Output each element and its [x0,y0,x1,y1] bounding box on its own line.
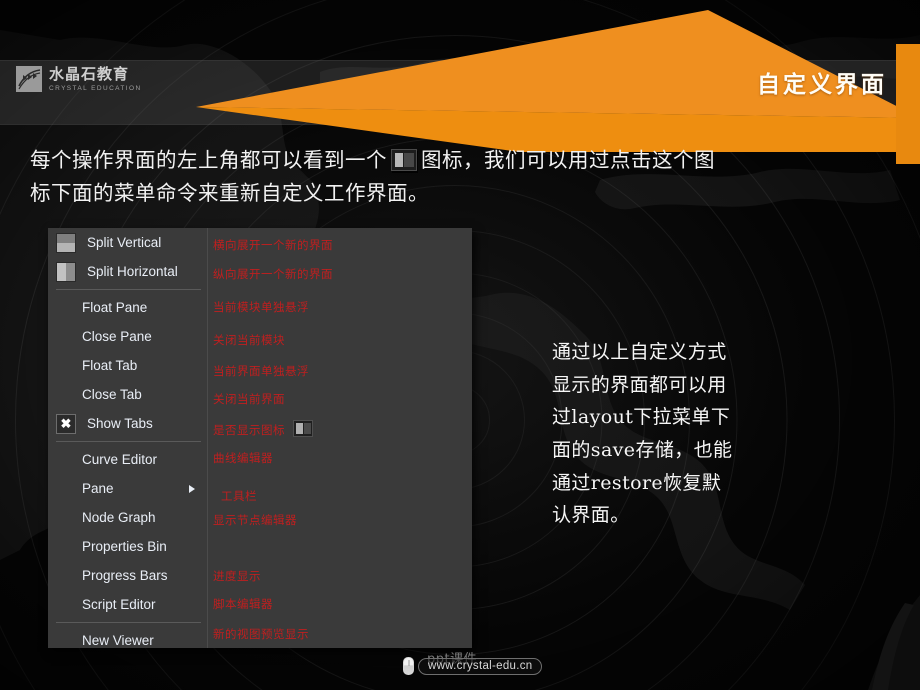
intro-line2: 标下面的菜单命令来重新自定义工作界面。 [30,181,429,206]
menu-item-label: Curve Editor [82,452,158,467]
menu-item-label: Split Vertical [87,235,162,250]
menu-item-label: New Viewer [82,633,154,648]
menu-item-label: Properties Bin [82,539,167,554]
right-line-1: 通过以上自定义方式 [552,341,727,363]
right-line-3: 过layout下拉菜单下 [552,406,731,429]
menu-item-progress-bars[interactable]: Progress Bars [48,561,207,590]
split-pane-icon [391,149,417,171]
context-menu-panel: Split Vertical Split Horizontal Float Pa… [48,228,472,648]
annotation-node-graph: 显示节点编辑器 [213,513,297,527]
intro-line1-before: 每个操作界面的左上角都可以看到一个 [30,148,387,172]
annotation-float-tab: 当前界面单独悬浮 [213,364,309,378]
corner-swoosh-decoration [868,595,920,690]
right-paragraph: 通过以上自定义方式 显示的界面都可以用 过layout下拉菜单下 面的save存… [552,336,792,532]
menu-item-split-vertical[interactable]: Split Vertical [48,228,207,257]
logo-title-en: CRYSTAL EDUCATION [49,84,142,92]
annotation-pane: 工具栏 [221,489,257,503]
menu-item-close-tab[interactable]: Close Tab [48,380,207,409]
annotation-show-tabs: 是否显示图标 [213,420,313,438]
annotation-progress-bars: 进度显示 [213,569,261,583]
annotation-split-vertical: 横向展开一个新的界面 [213,238,333,252]
chevrons-logo-icon [16,66,42,92]
orange-edge-bar [896,44,920,164]
intro-line1-after: 图标，我们可以用过点击这个图 [421,148,715,172]
menu-item-label: Node Graph [82,510,156,525]
menu-annotations: 横向展开一个新的界面 纵向展开一个新的界面 当前模块单独悬浮 关闭当前模块 当前… [213,228,472,648]
checkbox-checked-icon[interactable]: ✖ [56,413,76,434]
split-vertical-icon [56,232,76,253]
menu-item-pane[interactable]: Pane [48,474,207,503]
menu-item-float-pane[interactable]: Float Pane [48,293,207,322]
split-horizontal-icon [56,261,76,282]
menu-item-new-viewer[interactable]: New Viewer [48,626,207,655]
menu-item-label: Pane [82,481,114,496]
menu-item-label: Show Tabs [87,416,153,431]
logo-title-cn: 水晶石教育 [49,65,130,84]
menu-item-label: Script Editor [82,597,156,612]
page-number: 3 [897,648,904,662]
menu-item-script-editor[interactable]: Script Editor [48,590,207,619]
annotation-float-pane: 当前模块单独悬浮 [213,300,309,314]
menu-item-split-horizontal[interactable]: Split Horizontal [48,257,207,286]
annotation-close-tab: 关闭当前界面 [213,392,285,406]
show-tabs-pane-icon [293,420,313,437]
slide-canvas: 水晶石教育 CRYSTAL EDUCATION 自定义界面 每个操作界面的左上角… [0,0,920,690]
menu-separator [56,289,201,290]
context-menu-list: Split Vertical Split Horizontal Float Pa… [48,228,208,648]
right-line-6: 认界面。 [552,504,630,527]
right-line-2: 显示的界面都可以用 [552,373,727,396]
menu-item-node-graph[interactable]: Node Graph [48,503,207,532]
menu-item-label: Close Pane [82,329,152,344]
menu-item-curve-editor[interactable]: Curve Editor [48,445,207,474]
footer-url-label[interactable]: www.crystal-edu.cn [418,657,543,675]
annotation-new-viewer: 新的视图预览显示 [213,627,309,641]
menu-separator [56,622,201,623]
right-line-4: 面的save存储，也能 [552,439,733,462]
menu-item-label: Progress Bars [82,568,168,583]
menu-separator [56,441,201,442]
menu-item-label: Close Tab [82,387,142,402]
menu-item-label: Float Tab [82,358,138,373]
brand-logo: 水晶石教育 CRYSTAL EDUCATION [16,66,142,92]
annotation-split-horizontal: 纵向展开一个新的界面 [213,267,333,281]
intro-paragraph: 每个操作界面的左上角都可以看到一个 图标，我们可以用过点击这个图 标下面的菜单命令… [30,144,830,210]
submenu-arrow-icon [189,484,195,493]
right-line-5: 通过restore恢复默 [552,471,722,494]
menu-item-label: Float Pane [82,300,148,315]
annotation-close-pane: 关闭当前模块 [213,333,285,347]
mouse-icon [403,657,414,675]
menu-item-label: Split Horizontal [87,264,178,279]
annotation-show-tabs-label: 是否显示图标 [213,423,285,437]
annotation-script-editor: 脚本编辑器 [213,597,273,611]
menu-item-properties-bin[interactable]: Properties Bin [48,532,207,561]
page-title: 自定义界面 [757,72,887,98]
menu-item-show-tabs[interactable]: ✖ Show Tabs [48,409,207,438]
menu-item-close-pane[interactable]: Close Pane [48,322,207,351]
footer-url-group[interactable]: www.crystal-edu.cn [403,657,543,675]
annotation-curve-editor: 曲线编辑器 [213,451,273,465]
menu-item-float-tab[interactable]: Float Tab [48,351,207,380]
